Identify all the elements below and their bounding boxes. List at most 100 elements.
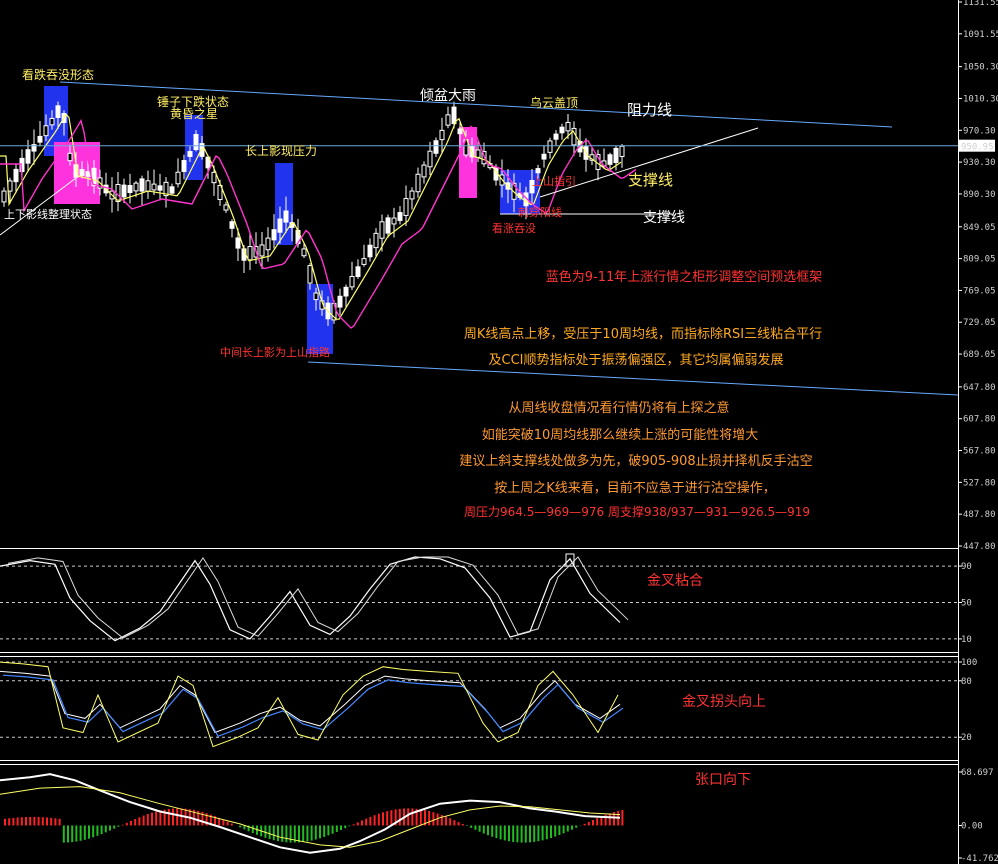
- candle-up: [259, 244, 265, 257]
- candle-down: [541, 153, 547, 160]
- macd-bar-negative: [96, 825, 99, 836]
- commentary-line: 建议上斜支撑线处做多为先，破905-908止损并择机反手沽空: [459, 453, 812, 469]
- macd-bar-negative: [71, 825, 74, 843]
- macd-bar-negative: [100, 825, 103, 835]
- macd-bar-positive: [146, 814, 149, 826]
- macd-bar-negative: [533, 825, 536, 842]
- price-tick-label: 849.05: [963, 223, 996, 233]
- price-tick-label: 890.30: [963, 190, 996, 200]
- macd-bar-positive: [453, 820, 456, 826]
- commentary-line: 蓝色为9-11年上涨行情之柜形调整空间预选框架: [546, 269, 823, 285]
- macd-bar-negative: [554, 825, 557, 837]
- macd-bar-positive: [592, 819, 594, 826]
- macd-bar-negative: [503, 825, 506, 841]
- indicator-tick-label: 68.697: [961, 768, 994, 778]
- macd-bar-negative: [314, 825, 317, 840]
- candle-up: [49, 117, 55, 126]
- macd-bar-negative: [335, 825, 338, 832]
- indicator-tick-label: -41.762: [961, 854, 998, 864]
- candle-up: [43, 125, 49, 137]
- candle-down: [13, 168, 19, 183]
- macd-bar-positive: [461, 823, 464, 826]
- candle-up: [565, 121, 571, 132]
- candle-up: [409, 190, 415, 200]
- macd-bar-negative: [79, 825, 82, 841]
- candle-down: [277, 218, 283, 233]
- indicator-tick-label: 90: [961, 562, 972, 572]
- macd-bar-negative: [537, 825, 540, 842]
- kdj-label: 金叉粘合: [647, 573, 703, 589]
- candle-down: [235, 237, 241, 249]
- macd-bar-positive: [457, 822, 460, 826]
- macd-bar-positive: [33, 816, 36, 826]
- macd-bar-negative: [298, 825, 300, 843]
- price-tick-label: 607.80: [963, 415, 996, 425]
- macd-bar-negative: [340, 825, 342, 831]
- candle-up: [445, 114, 451, 126]
- macd-bar-negative: [562, 825, 565, 834]
- macd-bar-negative: [550, 825, 552, 839]
- macd-bar-positive: [398, 808, 401, 826]
- macd-bar-negative: [289, 825, 292, 843]
- macd-bar-positive: [46, 817, 48, 826]
- candle-down: [385, 217, 391, 234]
- macd-label: 张口向下: [695, 772, 751, 788]
- macd-bar-negative: [482, 825, 485, 834]
- pattern-label: 看跌吞没形态: [22, 67, 94, 82]
- candle-down: [535, 168, 541, 174]
- macd-bar-positive: [121, 824, 124, 826]
- macd-bar-negative: [104, 825, 107, 833]
- candle-down: [271, 229, 277, 241]
- macd-bar-positive: [377, 813, 380, 826]
- candle-up: [439, 129, 445, 141]
- macd-bar-negative: [545, 825, 548, 840]
- macd-bar-positive: [407, 808, 410, 826]
- macd-bar-positive: [29, 816, 32, 826]
- price-tick-label: 729.05: [963, 318, 996, 328]
- macd-bar-positive: [596, 818, 599, 826]
- macd-bar-negative: [268, 825, 271, 840]
- macd-bar-negative: [331, 825, 334, 834]
- candle-up: [427, 150, 433, 168]
- pattern-label: 乌云盖顶: [530, 95, 578, 110]
- candle-down: [559, 126, 565, 134]
- macd-bar-negative: [83, 825, 86, 840]
- candle-up: [619, 145, 625, 157]
- rsi-label: 金叉拐头向上: [682, 694, 766, 710]
- macd-bar-positive: [230, 823, 233, 826]
- candle-down: [613, 147, 619, 164]
- price-tick-label: 1131.55: [963, 0, 998, 8]
- price-tick-label: 487.80: [963, 510, 996, 520]
- macd-bar-positive: [382, 812, 384, 826]
- macd-bar-negative: [62, 825, 65, 843]
- macd-bar-positive: [58, 818, 61, 826]
- macd-bar-negative: [529, 825, 531, 843]
- macd-bar-positive: [361, 820, 363, 826]
- macd-bar-negative: [88, 825, 90, 839]
- candle-up: [475, 149, 481, 158]
- pattern-label: 倾盆大雨: [420, 88, 476, 104]
- commentary-line: 周K线高点上移，受压于10周均线，而指标除RSI三线粘合平行: [464, 326, 822, 342]
- candle-down: [343, 286, 349, 297]
- indicator-tick-label: 0.00: [961, 821, 983, 831]
- candle-down: [457, 128, 463, 135]
- price-tick-label: 930.30: [963, 158, 996, 168]
- macd-bar-positive: [390, 810, 393, 826]
- candle-up: [247, 246, 253, 261]
- macd-bar-negative: [524, 825, 527, 843]
- pattern-label: 中间长上影为上山指路: [220, 345, 330, 359]
- macd-bar-negative: [575, 825, 578, 828]
- macd-bar-negative: [348, 825, 351, 827]
- candle-up: [67, 152, 73, 162]
- macd-bar-negative: [251, 825, 254, 834]
- candle-up: [373, 232, 379, 249]
- candle-up: [223, 204, 229, 211]
- price-tick-label: 1091.55: [963, 30, 998, 40]
- macd-bar-positive: [50, 817, 53, 826]
- macd-bar-negative: [558, 825, 561, 836]
- macd-bar-positive: [352, 824, 355, 826]
- candle-up: [211, 171, 217, 184]
- candle-up: [391, 217, 397, 225]
- pattern-label: 黄昏之星: [170, 107, 218, 121]
- macd-bar-positive: [445, 816, 447, 826]
